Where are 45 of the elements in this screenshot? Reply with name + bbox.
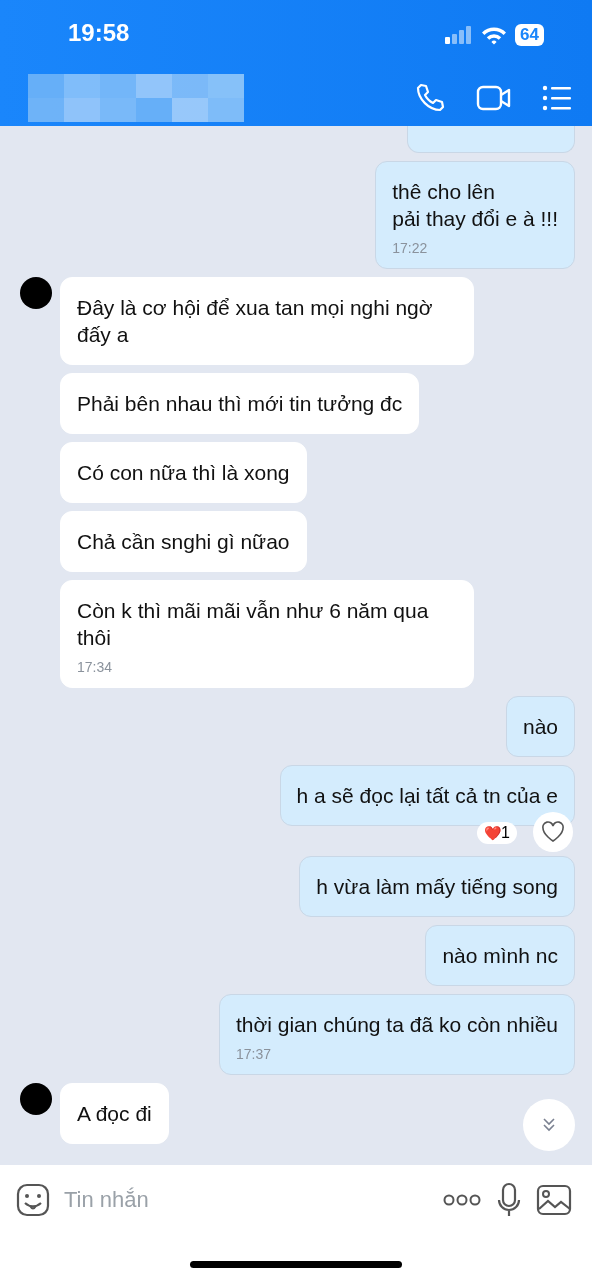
heart-icon (541, 821, 565, 843)
reaction-count[interactable]: ❤1 (477, 822, 517, 844)
message-text: A đọc đi (77, 1101, 152, 1127)
message-bubble[interactable]: thời gian chúng ta đã ko còn nhiều 17:37 (219, 994, 575, 1075)
message-text: h vừa làm mấy tiếng song (316, 874, 558, 900)
message-input[interactable]: Tin nhắn (64, 1187, 408, 1213)
message-time: 17:22 (392, 239, 429, 258)
message-bubble[interactable]: Có con nữa thì là xong (60, 442, 307, 503)
signal-icon (445, 26, 474, 44)
message-text: thời gian chúng ta đã ko còn nhiều (236, 1012, 558, 1038)
message-text: thê cho lên pải thay đổi e à !!! (392, 179, 558, 232)
more-icon[interactable] (442, 1193, 482, 1207)
avatar[interactable] (20, 1083, 52, 1115)
like-button[interactable] (533, 812, 573, 852)
message-time: 17:37 (236, 1045, 273, 1064)
message-bubble[interactable]: nào (505, 696, 575, 757)
menu-icon[interactable] (542, 85, 572, 111)
message-text: Phải bên nhau thì mới tin tưởng đc (77, 391, 403, 417)
wifi-icon (481, 25, 508, 45)
image-icon[interactable] (536, 1184, 572, 1216)
sticker-icon[interactable] (16, 1183, 50, 1217)
clock-time: 19:58 (68, 19, 130, 47)
battery-icon: 64 (515, 24, 544, 46)
message-bubble[interactable]: h a sẽ đọc lại tất cả tn của e (279, 765, 575, 826)
chevron-down-icon (540, 1116, 558, 1134)
message-text: nào mình nc (442, 943, 558, 969)
message-text: h a sẽ đọc lại tất cả tn của e (296, 783, 558, 809)
message-bubble[interactable]: A đọc đi (60, 1083, 169, 1144)
avatar[interactable] (20, 277, 52, 309)
message-bubble[interactable]: Chả cần snghi gì nữao (60, 511, 307, 572)
video-call-icon[interactable] (476, 83, 512, 113)
message-text: Có con nữa thì là xong (77, 460, 290, 486)
message-time: 17:34 (77, 658, 114, 677)
message-bubble[interactable]: nào mình nc (425, 925, 575, 986)
message-bubble[interactable]: thê cho lên pải thay đổi e à !!! 17:22 (375, 161, 575, 269)
message-bubble[interactable]: Đây là cơ hội để xua tan mọi nghi ngờ đấy a (60, 277, 474, 365)
message-text: nào (522, 714, 558, 740)
message-bubble[interactable]: Phải bên nhau thì mới tin tưởng đc (60, 373, 420, 434)
microphone-icon[interactable] (496, 1182, 522, 1218)
phone-icon[interactable] (414, 82, 446, 114)
message-text: Còn k thì mãi mãi vẫn như 6 năm qua thôi (77, 598, 430, 651)
message-bubble[interactable]: Còn k thì mãi mãi vẫn như 6 năm qua thôi 17:34 (60, 580, 474, 688)
message-text: Đây là cơ hội để xua tan mọi nghi ngờ đấy a (77, 295, 434, 348)
message-text: Chả cần snghi gì nữao (77, 529, 290, 555)
message-bubble[interactable]: h vừa làm mấy tiếng song (299, 856, 575, 917)
